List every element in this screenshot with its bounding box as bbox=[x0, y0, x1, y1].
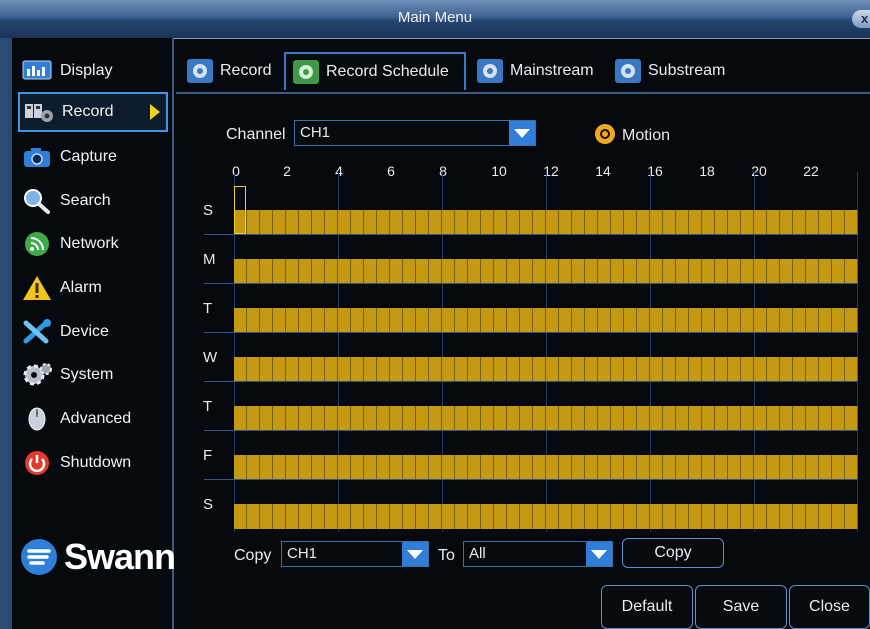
tab-label: Record bbox=[220, 62, 272, 79]
day-label: T bbox=[203, 398, 213, 415]
network-icon bbox=[22, 231, 52, 257]
tab-mainstream[interactable]: Mainstream bbox=[470, 52, 594, 90]
substream-tab-icon bbox=[615, 59, 641, 83]
tab-record-schedule[interactable]: Record Schedule bbox=[284, 52, 466, 90]
channel-select[interactable]: CH1 bbox=[294, 120, 536, 146]
search-icon bbox=[22, 188, 52, 214]
day-label: S bbox=[203, 202, 214, 219]
tab-record[interactable]: Record bbox=[180, 52, 272, 90]
chevron-down-icon[interactable] bbox=[509, 121, 535, 145]
channel-value: CH1 bbox=[300, 124, 331, 141]
day-label: W bbox=[203, 349, 218, 366]
schedule-row-friday[interactable] bbox=[204, 431, 858, 480]
swann-logo: Swann bbox=[20, 536, 176, 578]
tab-substream[interactable]: Substream bbox=[608, 52, 725, 90]
device-icon bbox=[22, 319, 52, 345]
motion-schedule-bar[interactable] bbox=[234, 308, 858, 333]
sidebar-item-system[interactable]: System bbox=[18, 355, 168, 395]
sidebar-item-alarm[interactable]: Alarm bbox=[18, 268, 168, 308]
day-label: M bbox=[203, 251, 216, 268]
record-icon bbox=[24, 99, 54, 125]
default-button[interactable]: Default bbox=[601, 585, 693, 629]
motion-schedule-bar[interactable] bbox=[234, 259, 858, 284]
sidebar-item-label: Shutdown bbox=[60, 454, 132, 471]
sidebar-item-label: Record bbox=[62, 103, 114, 120]
day-label: T bbox=[203, 300, 213, 317]
power-icon bbox=[22, 450, 52, 476]
mainstream-tab-icon bbox=[477, 59, 503, 83]
sidebar-item-display[interactable]: Display bbox=[18, 51, 168, 91]
sidebar-item-label: Network bbox=[60, 235, 119, 252]
title-bar: Main Menu x bbox=[0, 0, 870, 39]
sidebar-item-shutdown[interactable]: Shutdown bbox=[18, 443, 168, 483]
tab-label: Mainstream bbox=[510, 62, 594, 79]
tab-label: Record Schedule bbox=[326, 63, 449, 80]
chevron-down-icon[interactable] bbox=[402, 542, 428, 566]
window-frame bbox=[0, 38, 12, 629]
chevron-down-icon[interactable] bbox=[586, 542, 612, 566]
schedule-row-sunday[interactable] bbox=[204, 186, 858, 235]
motion-radio[interactable] bbox=[595, 124, 615, 144]
sidebar-item-network[interactable]: Network bbox=[18, 224, 168, 264]
motion-schedule-bar[interactable] bbox=[234, 210, 858, 235]
schedule-row-wednesday[interactable] bbox=[204, 333, 858, 382]
sidebar-item-record[interactable]: Record bbox=[18, 92, 168, 132]
day-label: F bbox=[203, 447, 213, 464]
sidebar-item-label: Advanced bbox=[60, 410, 132, 427]
motion-schedule-bar[interactable] bbox=[234, 357, 858, 382]
save-button[interactable]: Save bbox=[695, 585, 787, 629]
mouse-icon bbox=[22, 406, 52, 432]
sidebar-item-capture[interactable]: Capture bbox=[18, 137, 168, 177]
sidebar-item-label: Capture bbox=[60, 148, 117, 165]
schedule-grid[interactable] bbox=[204, 172, 858, 532]
motion-schedule-bar[interactable] bbox=[234, 455, 858, 480]
schedule-row-monday[interactable] bbox=[204, 235, 858, 284]
sidebar-item-label: Display bbox=[60, 62, 113, 79]
motion-schedule-bar[interactable] bbox=[234, 504, 858, 529]
close-window-button[interactable]: x bbox=[852, 10, 870, 28]
channel-label: Channel bbox=[226, 126, 286, 143]
gear-icon bbox=[22, 362, 52, 388]
selected-arrow-icon bbox=[150, 104, 160, 120]
tab-label: Substream bbox=[648, 62, 726, 79]
copy-from-value: CH1 bbox=[287, 545, 318, 562]
motion-label: Motion bbox=[622, 127, 671, 144]
schedule-row-tuesday[interactable] bbox=[204, 284, 858, 333]
sidebar-item-device[interactable]: Device bbox=[18, 312, 168, 352]
tab-bar: Record Record Schedule Mainstream Substr… bbox=[176, 52, 870, 94]
window-title: Main Menu bbox=[397, 9, 473, 26]
copy-to-value: All bbox=[469, 545, 486, 562]
display-icon bbox=[22, 58, 52, 84]
day-label: S bbox=[203, 496, 214, 513]
sidebar-item-label: Device bbox=[60, 323, 109, 340]
sidebar-item-search[interactable]: Search bbox=[18, 181, 168, 221]
logo-text: Swann bbox=[64, 536, 176, 577]
sidebar-item-label: System bbox=[60, 366, 114, 383]
copy-from-select[interactable]: CH1 bbox=[281, 541, 429, 567]
record-schedule-tab-icon bbox=[293, 60, 319, 84]
sidebar-item-advanced[interactable]: Advanced bbox=[18, 399, 168, 439]
record-tab-icon bbox=[187, 59, 213, 83]
sidebar-item-label: Search bbox=[60, 192, 111, 209]
sidebar: Display Record Capture Search Network Al… bbox=[12, 38, 176, 629]
copy-label: Copy bbox=[234, 547, 272, 564]
selected-cell-cursor bbox=[234, 186, 246, 234]
copy-button[interactable]: Copy bbox=[622, 538, 724, 568]
swann-logo-icon bbox=[21, 539, 57, 575]
camera-icon bbox=[22, 144, 52, 170]
to-label: To bbox=[438, 547, 455, 564]
motion-schedule-bar[interactable] bbox=[234, 406, 858, 431]
schedule-row-thursday[interactable] bbox=[204, 382, 858, 431]
close-button[interactable]: Close bbox=[789, 585, 870, 629]
alarm-icon bbox=[22, 275, 52, 301]
copy-to-select[interactable]: All bbox=[463, 541, 613, 567]
sidebar-item-label: Alarm bbox=[60, 279, 102, 296]
schedule-row-saturday[interactable] bbox=[234, 480, 858, 529]
